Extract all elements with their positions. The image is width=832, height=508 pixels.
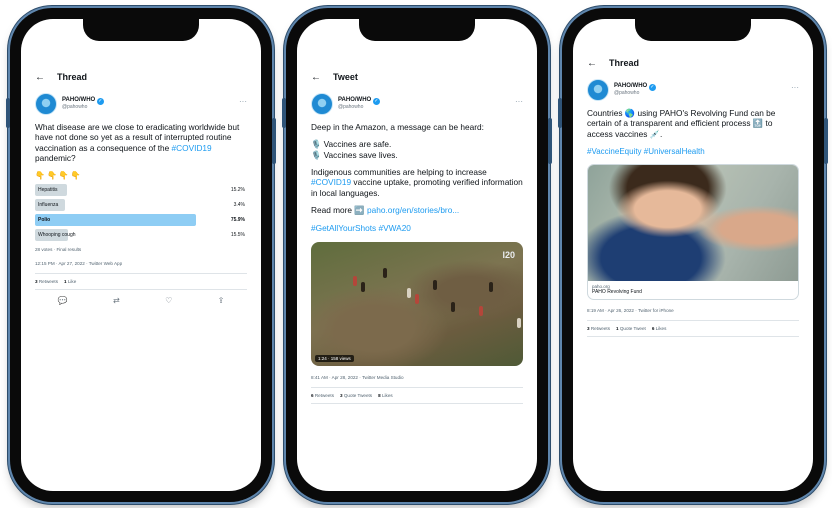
avatar[interactable] bbox=[587, 79, 609, 101]
nav-title: Thread bbox=[57, 72, 88, 82]
author-name: PAHO/WHO bbox=[614, 83, 648, 90]
hashtag-link[interactable]: #COVID19 bbox=[311, 177, 351, 187]
side-button bbox=[548, 118, 552, 164]
poll-meta: 28 votes · Final results bbox=[35, 247, 82, 253]
poll-option-percent: 75.9% bbox=[230, 217, 245, 224]
video-player[interactable]: I20 1:24 · 158 views bbox=[311, 241, 523, 366]
phone-frame-2: ← Tweet PAHO/WHO ✓ @pahowho ··· Deep in … bbox=[282, 8, 552, 502]
like-count[interactable]: 8 Likes bbox=[378, 393, 393, 398]
article-link[interactable]: paho.org/en/stories/bro... bbox=[367, 205, 459, 215]
author-handle: @pahowho bbox=[62, 104, 88, 111]
side-button bbox=[272, 118, 276, 164]
nav-title: Tweet bbox=[333, 72, 358, 82]
card-image bbox=[588, 165, 798, 282]
poll: Hepatitis 15.2% Influenza 3.4% Polio 75.9% Who… bbox=[35, 184, 247, 242]
nav-bar: ← Thread bbox=[587, 55, 799, 71]
read-more: Read more ➡️ paho.org/en/stories/bro... bbox=[311, 205, 460, 216]
like-count[interactable]: 6 Likes bbox=[652, 326, 667, 331]
tweet-author[interactable]: PAHO/WHO ✓ @pahowho ··· bbox=[35, 93, 247, 115]
like-count[interactable]: 1 Like bbox=[64, 279, 76, 284]
more-options-icon[interactable]: ··· bbox=[791, 83, 799, 92]
notch bbox=[83, 19, 199, 41]
tweet-author[interactable]: PAHO/WHO ✓ @pahowho ··· bbox=[311, 93, 523, 115]
tweet-line: 🎙️ Vaccines are safe. bbox=[311, 139, 392, 150]
notch bbox=[635, 19, 751, 41]
poll-option-percent: 15.5% bbox=[230, 232, 245, 239]
nav-bar: ← Thread bbox=[35, 69, 247, 85]
poll-option-label: Influenza bbox=[38, 202, 59, 209]
tweet-text: What disease are we close to eradicating… bbox=[35, 122, 240, 164]
timestamp: 12:15 PM · Apr 27, 2022 · Twitter Web Ap… bbox=[35, 261, 123, 267]
avatar[interactable] bbox=[311, 93, 333, 115]
tweet-line: 🎙️ Vaccines save lives. bbox=[311, 149, 398, 160]
reply-icon[interactable]: 💬 bbox=[58, 296, 68, 305]
notch bbox=[359, 19, 475, 41]
poll-option-percent: 3.4% bbox=[233, 202, 245, 209]
poll-option-percent: 15.2% bbox=[230, 187, 245, 194]
like-icon[interactable]: ♡ bbox=[165, 296, 172, 305]
screen: ← Thread PAHO/WHO ✓ @pahowho ··· What di… bbox=[21, 19, 261, 491]
quote-tweet-count[interactable]: 1 Quote Tweet bbox=[616, 326, 646, 331]
share-icon[interactable]: ⇪ bbox=[218, 296, 225, 305]
card-title: PAHO Revolving Fund bbox=[592, 289, 642, 296]
side-button bbox=[558, 98, 562, 128]
side-button bbox=[282, 98, 286, 128]
avatar[interactable] bbox=[35, 93, 57, 115]
poll-option: Influenza 3.4% bbox=[35, 199, 247, 212]
timestamp: 8:41 AM · Apr 28, 2022 · Twitter Media S… bbox=[311, 374, 404, 380]
timestamp: 8:19 AM · Apr 26, 2022 · Twitter for iPh… bbox=[587, 308, 674, 314]
stats-bar: 3 Retweets 1 Quote Tweet 6 Likes bbox=[587, 321, 799, 336]
retweet-count[interactable]: 6 Retweets bbox=[311, 393, 334, 398]
author-handle: @pahowho bbox=[614, 90, 640, 97]
back-arrow-icon[interactable]: ← bbox=[35, 72, 45, 83]
tweet-paragraph: Indigenous communities are helping to in… bbox=[311, 167, 523, 198]
quote-tweet-count[interactable]: 3 Quote Tweets bbox=[340, 393, 372, 398]
hashtags[interactable]: #VaccineEquity #UniversalHealth bbox=[587, 147, 799, 156]
retweet-count[interactable]: 3 Retweets bbox=[587, 326, 610, 331]
poll-option: Hepatitis 15.2% bbox=[35, 184, 247, 197]
back-arrow-icon[interactable]: ← bbox=[311, 72, 321, 83]
back-arrow-icon[interactable]: ← bbox=[587, 58, 597, 69]
hashtag-link[interactable]: #COVID19 bbox=[172, 143, 212, 153]
tweet-text: Countries 🌎 using PAHO's Revolving Fund … bbox=[587, 108, 776, 139]
pointing-down-emoji: 👇👇👇👇 bbox=[35, 171, 83, 181]
author-name: PAHO/WHO bbox=[62, 97, 96, 104]
stats-bar: 6 Retweets 3 Quote Tweets 8 Likes bbox=[311, 388, 523, 403]
tweet-text: Deep in the Amazon, a message can be hea… bbox=[311, 122, 523, 233]
stats-bar: 3 Retweets 1 Like bbox=[35, 274, 247, 289]
poll-option: Polio 75.9% bbox=[35, 214, 247, 227]
screen: ← Tweet PAHO/WHO ✓ @pahowho ··· Deep in … bbox=[297, 19, 537, 491]
video-duration: 1:24 · 158 views bbox=[315, 354, 354, 362]
divider bbox=[311, 402, 523, 404]
phone-frame-3: ← Thread PAHO/WHO ✓ @pahowho ··· Countri… bbox=[558, 8, 828, 502]
author-name: PAHO/WHO bbox=[338, 97, 372, 104]
action-bar: 💬 ⇄ ♡ ⇪ bbox=[35, 290, 247, 305]
hashtags[interactable]: #GetAllYourShots #VWA20 bbox=[311, 223, 523, 233]
divider bbox=[587, 336, 799, 338]
verified-badge-icon: ✓ bbox=[648, 84, 656, 92]
retweet-count[interactable]: 3 Retweets bbox=[35, 279, 58, 284]
more-options-icon[interactable]: ··· bbox=[515, 97, 523, 106]
poll-bar bbox=[35, 214, 196, 227]
screen: ← Thread PAHO/WHO ✓ @pahowho ··· Countri… bbox=[573, 19, 813, 491]
link-card[interactable]: paho.org PAHO Revolving Fund bbox=[587, 164, 799, 301]
nav-bar: ← Tweet bbox=[311, 69, 523, 85]
phone-frame-1: ← Thread PAHO/WHO ✓ @pahowho ··· What di… bbox=[6, 8, 276, 502]
author-handle: @pahowho bbox=[338, 104, 364, 111]
more-options-icon[interactable]: ··· bbox=[239, 97, 247, 106]
poll-option-label: Whooping cough bbox=[38, 232, 76, 239]
nav-title: Thread bbox=[609, 58, 640, 68]
tweet-line: Deep in the Amazon, a message can be hea… bbox=[311, 122, 484, 132]
video-watermark: I20 bbox=[502, 249, 515, 260]
tweet-author[interactable]: PAHO/WHO ✓ @pahowho ··· bbox=[587, 79, 799, 101]
retweet-icon[interactable]: ⇄ bbox=[113, 296, 120, 305]
poll-option-label: Polio bbox=[38, 217, 51, 224]
poll-option: Whooping cough 15.5% bbox=[35, 229, 247, 242]
verified-badge-icon: ✓ bbox=[372, 98, 380, 106]
side-button bbox=[824, 118, 828, 164]
verified-badge-icon: ✓ bbox=[96, 98, 104, 106]
side-button bbox=[6, 98, 10, 128]
poll-option-label: Hepatitis bbox=[38, 187, 58, 194]
